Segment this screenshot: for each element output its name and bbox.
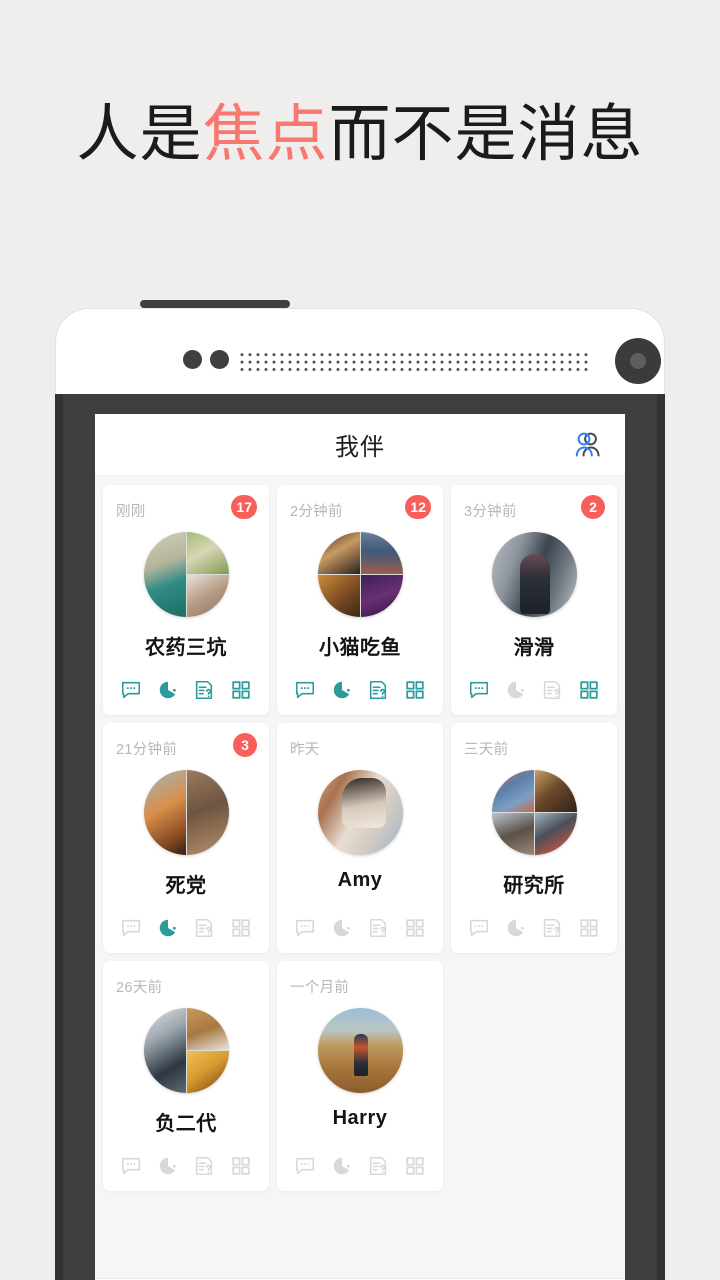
contact-name: 死党 xyxy=(165,875,207,897)
avatar[interactable] xyxy=(317,770,403,855)
avatar[interactable] xyxy=(143,532,229,617)
card-timestamp: 26天前 xyxy=(116,980,163,996)
grid-squares-icon[interactable] xyxy=(404,917,426,939)
unread-badge: 2 xyxy=(581,495,605,519)
contact-card[interactable]: 昨天 Amy xyxy=(277,723,443,953)
grid-squares-icon[interactable] xyxy=(404,1155,426,1177)
mood-circle-icon[interactable] xyxy=(505,917,527,939)
contact-card[interactable]: 三天前 研究所 xyxy=(451,723,617,953)
contact-card[interactable]: 刚刚 17 农药三坑 xyxy=(103,485,269,715)
note-question-icon[interactable] xyxy=(193,917,215,939)
grid-squares-icon[interactable] xyxy=(230,1155,252,1177)
contact-card[interactable]: 2分钟前 12 小猫吃鱼 xyxy=(277,485,443,715)
mood-circle-icon[interactable] xyxy=(331,917,353,939)
card-timestamp: 3分钟前 xyxy=(464,504,517,520)
contact-card[interactable]: 21分钟前 3 死党 xyxy=(103,723,269,953)
phone-antenna xyxy=(140,300,290,308)
unread-badge: 12 xyxy=(405,495,431,519)
card-timestamp: 一个月前 xyxy=(290,980,350,996)
card-timestamp: 刚刚 xyxy=(116,504,146,520)
card-action-row xyxy=(103,679,269,701)
avatar[interactable] xyxy=(491,532,577,617)
page-title: 我伴 xyxy=(335,434,385,461)
avatar[interactable] xyxy=(317,1008,403,1093)
avatar[interactable] xyxy=(491,770,577,855)
contact-card-grid: 刚刚 17 农药三坑 2分钟前 12 小猫吃鱼 3分钟前 2 滑滑 21分钟前 … xyxy=(95,476,625,1200)
mood-circle-icon[interactable] xyxy=(157,917,179,939)
card-timestamp: 昨天 xyxy=(290,742,320,758)
card-timestamp: 2分钟前 xyxy=(290,504,343,520)
chat-bubble-icon[interactable] xyxy=(120,1155,142,1177)
headline-accent: 焦点 xyxy=(202,100,329,169)
contact-name: 滑滑 xyxy=(513,637,555,659)
avatar[interactable] xyxy=(317,532,403,617)
headline-part-2: 而不是消息 xyxy=(328,100,644,169)
front-camera-icon xyxy=(615,338,661,384)
earpiece-speaker-grille xyxy=(238,350,588,372)
sensor-dot-right xyxy=(210,350,229,369)
unread-badge: 17 xyxy=(231,495,257,519)
card-action-row xyxy=(103,1155,269,1177)
card-action-row xyxy=(103,917,269,939)
card-action-row xyxy=(451,679,617,701)
contact-name: 小猫吃鱼 xyxy=(319,637,401,659)
grid-squares-icon[interactable] xyxy=(578,917,600,939)
contact-name: 负二代 xyxy=(155,1113,217,1135)
add-friends-icon[interactable] xyxy=(571,430,603,462)
grid-squares-icon[interactable] xyxy=(578,679,600,701)
card-action-row xyxy=(277,917,443,939)
note-question-icon[interactable] xyxy=(367,917,389,939)
grid-squares-icon[interactable] xyxy=(230,917,252,939)
contact-name: Harry xyxy=(332,1107,388,1129)
card-action-row xyxy=(277,1155,443,1177)
page-headline: 人是焦点而不是消息 xyxy=(0,104,720,166)
headline-part-1: 人是 xyxy=(76,100,203,169)
chat-bubble-icon[interactable] xyxy=(294,917,316,939)
mood-circle-icon[interactable] xyxy=(331,1155,353,1177)
unread-badge: 3 xyxy=(233,733,257,757)
note-question-icon[interactable] xyxy=(193,679,215,701)
note-question-icon[interactable] xyxy=(541,917,563,939)
contact-name: 研究所 xyxy=(503,875,565,897)
note-question-icon[interactable] xyxy=(367,679,389,701)
app-header: 我伴 xyxy=(95,414,625,476)
sensor-dot-left xyxy=(183,350,202,369)
contact-card[interactable]: 3分钟前 2 滑滑 xyxy=(451,485,617,715)
mood-circle-icon[interactable] xyxy=(157,679,179,701)
note-question-icon[interactable] xyxy=(367,1155,389,1177)
chat-bubble-icon[interactable] xyxy=(120,679,142,701)
mood-circle-icon[interactable] xyxy=(331,679,353,701)
contact-card[interactable]: 26天前 负二代 xyxy=(103,961,269,1191)
mood-circle-icon[interactable] xyxy=(157,1155,179,1177)
chat-bubble-icon[interactable] xyxy=(294,679,316,701)
card-action-row xyxy=(277,679,443,701)
phone-mockup: 我伴 刚刚 17 农药三坑 2分钟前 12 小猫吃鱼 3分钟前 2 滑滑 21分… xyxy=(55,300,665,1280)
chat-bubble-icon[interactable] xyxy=(468,917,490,939)
mood-circle-icon[interactable] xyxy=(505,679,527,701)
chat-bubble-icon[interactable] xyxy=(294,1155,316,1177)
card-timestamp: 21分钟前 xyxy=(116,742,178,758)
phone-screen: 我伴 刚刚 17 农药三坑 2分钟前 12 小猫吃鱼 3分钟前 2 滑滑 21分… xyxy=(95,414,625,1280)
avatar[interactable] xyxy=(143,1008,229,1093)
chat-bubble-icon[interactable] xyxy=(468,679,490,701)
note-question-icon[interactable] xyxy=(193,1155,215,1177)
contact-name: Amy xyxy=(337,869,383,891)
note-question-icon[interactable] xyxy=(541,679,563,701)
card-timestamp: 三天前 xyxy=(464,742,509,758)
chat-bubble-icon[interactable] xyxy=(120,917,142,939)
grid-squares-icon[interactable] xyxy=(404,679,426,701)
avatar[interactable] xyxy=(143,770,229,855)
contact-card[interactable]: 一个月前 Harry xyxy=(277,961,443,1191)
grid-squares-icon[interactable] xyxy=(230,679,252,701)
contact-name: 农药三坑 xyxy=(145,637,227,659)
card-action-row xyxy=(451,917,617,939)
